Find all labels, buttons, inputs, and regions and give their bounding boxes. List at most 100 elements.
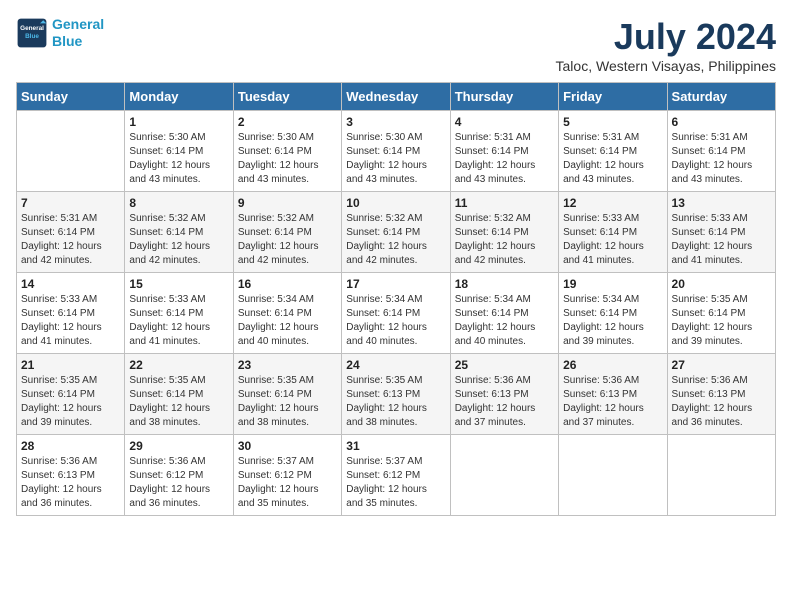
cell-info: Sunrise: 5:36 AM Sunset: 6:12 PM Dayligh…: [129, 455, 228, 511]
day-number: 13: [672, 196, 771, 210]
logo-text: General Blue: [52, 16, 104, 50]
day-number: 25: [455, 358, 554, 372]
header-day: Friday: [559, 83, 667, 111]
calendar-cell: 25 Sunrise: 5:36 AM Sunset: 6:13 PM Dayli…: [450, 354, 558, 435]
cell-info: Sunrise: 5:32 AM Sunset: 6:14 PM Dayligh…: [455, 212, 554, 268]
calendar-week-row: 7 Sunrise: 5:31 AM Sunset: 6:14 PM Daylig…: [17, 192, 776, 273]
day-number: 10: [346, 196, 445, 210]
calendar-cell: 2Sunrise: 5:30 AM Sunset: 6:14 PM Daylig…: [233, 111, 341, 192]
cell-info: Sunrise: 5:35 AM Sunset: 6:14 PM Dayligh…: [21, 374, 120, 430]
day-number: 11: [455, 196, 554, 210]
header-day: Thursday: [450, 83, 558, 111]
cell-info: Sunrise: 5:37 AM Sunset: 6:12 PM Dayligh…: [346, 455, 445, 511]
cell-info: Sunrise: 5:31 AM Sunset: 6:14 PM Dayligh…: [455, 131, 554, 187]
calendar-cell: 23Sunrise: 5:35 AM Sunset: 6:14 PM Dayli…: [233, 354, 341, 435]
calendar-cell: 10 Sunrise: 5:32 AM Sunset: 6:14 PM Dayli…: [342, 192, 450, 273]
cell-info: Sunrise: 5:37 AM Sunset: 6:12 PM Dayligh…: [238, 455, 337, 511]
cell-info: Sunrise: 5:33 AM Sunset: 6:14 PM Dayligh…: [21, 293, 120, 349]
cell-info: Sunrise: 5:33 AM Sunset: 6:14 PM Dayligh…: [563, 212, 662, 268]
calendar-cell: 6 Sunrise: 5:31 AM Sunset: 6:14 PM Daylig…: [667, 111, 775, 192]
calendar-week-row: 21 Sunrise: 5:35 AM Sunset: 6:14 PM Dayli…: [17, 354, 776, 435]
day-number: 29: [129, 439, 228, 453]
calendar-cell: [450, 435, 558, 516]
logo-line1: General: [52, 16, 104, 33]
location: Taloc, Western Visayas, Philippines: [556, 58, 776, 74]
calendar-cell: 29 Sunrise: 5:36 AM Sunset: 6:12 PM Dayli…: [125, 435, 233, 516]
cell-info: Sunrise: 5:33 AM Sunset: 6:14 PM Dayligh…: [672, 212, 771, 268]
day-number: 7: [21, 196, 120, 210]
cell-info: Sunrise: 5:36 AM Sunset: 6:13 PM Dayligh…: [563, 374, 662, 430]
calendar-cell: 14 Sunrise: 5:33 AM Sunset: 6:14 PM Dayli…: [17, 273, 125, 354]
calendar-cell: [559, 435, 667, 516]
calendar-cell: 12Sunrise: 5:33 AM Sunset: 6:14 PM Dayli…: [559, 192, 667, 273]
cell-info: Sunrise: 5:34 AM Sunset: 6:14 PM Dayligh…: [563, 293, 662, 349]
calendar-table: SundayMondayTuesdayWednesdayThursdayFrid…: [16, 82, 776, 516]
calendar-cell: 5Sunrise: 5:31 AM Sunset: 6:14 PM Daylig…: [559, 111, 667, 192]
calendar-cell: 21 Sunrise: 5:35 AM Sunset: 6:14 PM Dayli…: [17, 354, 125, 435]
calendar-cell: 18 Sunrise: 5:34 AM Sunset: 6:14 PM Dayli…: [450, 273, 558, 354]
cell-info: Sunrise: 5:32 AM Sunset: 6:14 PM Dayligh…: [129, 212, 228, 268]
calendar-week-row: 1 Sunrise: 5:30 AM Sunset: 6:14 PM Daylig…: [17, 111, 776, 192]
cell-info: Sunrise: 5:31 AM Sunset: 6:14 PM Dayligh…: [21, 212, 120, 268]
day-number: 1: [129, 115, 228, 129]
cell-info: Sunrise: 5:36 AM Sunset: 6:13 PM Dayligh…: [455, 374, 554, 430]
day-number: 9: [238, 196, 337, 210]
cell-info: Sunrise: 5:30 AM Sunset: 6:14 PM Dayligh…: [346, 131, 445, 187]
calendar-cell: 20 Sunrise: 5:35 AM Sunset: 6:14 PM Dayli…: [667, 273, 775, 354]
svg-text:General: General: [20, 25, 44, 32]
calendar-cell: 7 Sunrise: 5:31 AM Sunset: 6:14 PM Daylig…: [17, 192, 125, 273]
logo-icon: General Blue: [16, 17, 48, 49]
cell-info: Sunrise: 5:30 AM Sunset: 6:14 PM Dayligh…: [238, 131, 337, 187]
cell-info: Sunrise: 5:34 AM Sunset: 6:14 PM Dayligh…: [455, 293, 554, 349]
header-day: Wednesday: [342, 83, 450, 111]
day-number: 15: [129, 277, 228, 291]
header-day: Monday: [125, 83, 233, 111]
day-number: 20: [672, 277, 771, 291]
cell-info: Sunrise: 5:31 AM Sunset: 6:14 PM Dayligh…: [563, 131, 662, 187]
calendar-week-row: 14 Sunrise: 5:33 AM Sunset: 6:14 PM Dayli…: [17, 273, 776, 354]
page-header: General Blue General Blue July 2024 Talo…: [16, 16, 776, 74]
calendar-cell: [667, 435, 775, 516]
day-number: 4: [455, 115, 554, 129]
calendar-cell: 24Sunrise: 5:35 AM Sunset: 6:13 PM Dayli…: [342, 354, 450, 435]
day-number: 16: [238, 277, 337, 291]
day-number: 24: [346, 358, 445, 372]
cell-info: Sunrise: 5:35 AM Sunset: 6:14 PM Dayligh…: [672, 293, 771, 349]
day-number: 3: [346, 115, 445, 129]
calendar-cell: 31 Sunrise: 5:37 AM Sunset: 6:12 PM Dayli…: [342, 435, 450, 516]
cell-info: Sunrise: 5:30 AM Sunset: 6:14 PM Dayligh…: [129, 131, 228, 187]
day-number: 19: [563, 277, 662, 291]
calendar-cell: 4 Sunrise: 5:31 AM Sunset: 6:14 PM Daylig…: [450, 111, 558, 192]
day-number: 6: [672, 115, 771, 129]
calendar-cell: 9Sunrise: 5:32 AM Sunset: 6:14 PM Daylig…: [233, 192, 341, 273]
day-number: 30: [238, 439, 337, 453]
day-number: 31: [346, 439, 445, 453]
day-number: 8: [129, 196, 228, 210]
header-day: Saturday: [667, 83, 775, 111]
day-number: 26: [563, 358, 662, 372]
cell-info: Sunrise: 5:31 AM Sunset: 6:14 PM Dayligh…: [672, 131, 771, 187]
header-day: Sunday: [17, 83, 125, 111]
day-number: 22: [129, 358, 228, 372]
calendar-cell: 8 Sunrise: 5:32 AM Sunset: 6:14 PM Daylig…: [125, 192, 233, 273]
day-number: 14: [21, 277, 120, 291]
day-number: 23: [238, 358, 337, 372]
calendar-cell: 1 Sunrise: 5:30 AM Sunset: 6:14 PM Daylig…: [125, 111, 233, 192]
day-number: 18: [455, 277, 554, 291]
calendar-cell: 19 Sunrise: 5:34 AM Sunset: 6:14 PM Dayli…: [559, 273, 667, 354]
cell-info: Sunrise: 5:35 AM Sunset: 6:14 PM Dayligh…: [129, 374, 228, 430]
cell-info: Sunrise: 5:32 AM Sunset: 6:14 PM Dayligh…: [346, 212, 445, 268]
title-block: July 2024 Taloc, Western Visayas, Philip…: [556, 16, 776, 74]
calendar-cell: 22 Sunrise: 5:35 AM Sunset: 6:14 PM Dayli…: [125, 354, 233, 435]
logo: General Blue General Blue: [16, 16, 104, 50]
day-number: 21: [21, 358, 120, 372]
cell-info: Sunrise: 5:33 AM Sunset: 6:14 PM Dayligh…: [129, 293, 228, 349]
calendar-cell: 16Sunrise: 5:34 AM Sunset: 6:14 PM Dayli…: [233, 273, 341, 354]
calendar-cell: 27Sunrise: 5:36 AM Sunset: 6:13 PM Dayli…: [667, 354, 775, 435]
month-title: July 2024: [556, 16, 776, 58]
calendar-week-row: 28Sunrise: 5:36 AM Sunset: 6:13 PM Dayli…: [17, 435, 776, 516]
day-number: 17: [346, 277, 445, 291]
calendar-cell: 30 Sunrise: 5:37 AM Sunset: 6:12 PM Dayli…: [233, 435, 341, 516]
cell-info: Sunrise: 5:36 AM Sunset: 6:13 PM Dayligh…: [21, 455, 120, 511]
header-day: Tuesday: [233, 83, 341, 111]
